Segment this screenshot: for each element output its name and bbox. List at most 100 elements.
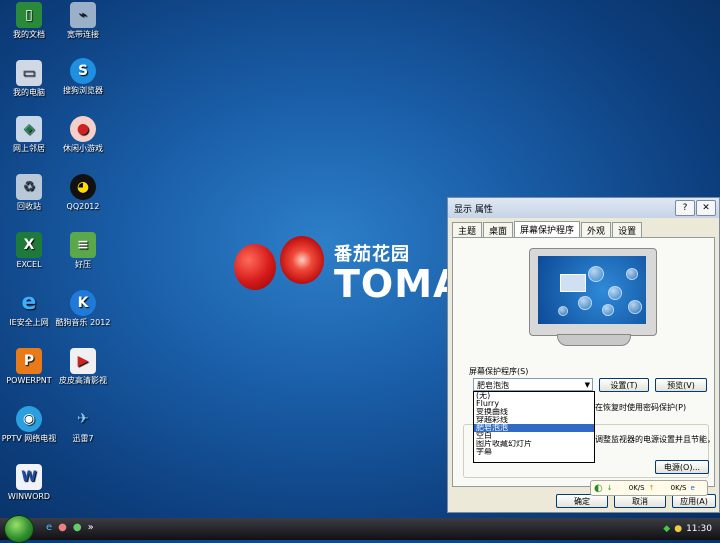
desktop-icon-kugou[interactable]: K 酷狗音乐 2012 [54,290,112,328]
kugou-icon: K [70,290,96,316]
computer-icon: ▭ [16,60,42,86]
screensaver-group-label: 屏幕保护程序(S) [469,367,529,376]
monitor-preview [529,248,659,348]
folder-icon: ▯ [16,2,42,28]
game-icon: ● [70,116,96,142]
qq-icon[interactable]: ● [73,522,82,533]
power-button[interactable]: 电源(O)... [655,460,709,474]
desktop-icon-powerpoint[interactable]: P POWERPNT [0,348,58,386]
icon-label: 皮皮高清影视 [59,376,107,385]
desktop-icon-broadband[interactable]: ⌁ 宽带连接 [54,2,112,40]
cancel-button[interactable]: 取消 [614,494,666,508]
desktop-icon-games[interactable]: ● 休闲小游戏 [54,116,112,154]
screensaver-dropdown-list: (无) Flurry 变换曲线 穿越彩线 肥皂泡泡 空白 图片收藏幻灯片 字幕 [473,391,595,463]
icon-label: IE安全上网 [9,318,49,327]
icon-label: POWERPNT [6,376,52,385]
ie-small-icon: e [690,484,695,492]
monitor-screen [538,256,646,324]
pipi-video-icon: ▶ [70,348,96,374]
ie-icon[interactable]: e [46,522,52,533]
dropdown-option[interactable]: 变换曲线 [474,408,594,416]
xunlei-icon: ✈ [77,411,89,427]
monitor-stand [557,334,631,346]
desktop-icon-excel[interactable]: X EXCEL [0,232,58,270]
preview-button[interactable]: 预览(V) [655,378,707,392]
dropdown-option-selected[interactable]: 肥皂泡泡 [474,424,594,432]
system-tray: ◆ ● 11:30 [632,518,720,540]
game-icon[interactable]: ● [58,522,67,533]
icon-label: 好压 [75,260,91,269]
screensaver-select[interactable]: 肥皂泡泡 ▼ [473,378,593,391]
icon-label: 宽带连接 [67,30,99,39]
icon-label: 酷狗音乐 2012 [55,318,111,327]
power-text: 调整监视器的电源设置并且节能，请单击"电 [595,435,713,444]
desktop-icon-xunlei[interactable]: ✈ 迅雷7 [54,406,112,444]
dropdown-option[interactable]: 空白 [474,432,594,440]
upload-arrow-icon: ↑ [648,484,655,492]
desktop-icon-qq[interactable]: ◕ QQ2012 [54,174,112,212]
monitor-frame [529,248,657,336]
desktop-icon-sogou[interactable]: S 搜狗浏览器 [54,58,112,96]
icon-label: 迅雷7 [72,434,94,443]
dropdown-option[interactable]: (无) [474,392,594,400]
quick-launch: e ● ● » [46,522,94,533]
pptv-icon: ◉ [16,406,42,432]
desktop-icon-word[interactable]: W WINWORD [0,464,58,502]
desktop-icon-pipi[interactable]: ▶ 皮皮高清影视 [54,348,112,386]
desktop-icon-network-places[interactable]: ◈ 网上邻居 [0,116,58,154]
tomato-logo-left [234,244,276,290]
ie-icon: e [21,290,37,315]
icon-label: PPTV 网络电视 [1,434,57,443]
upload-speed: 0K/S [670,484,687,492]
download-arrow-icon: ↓ [606,484,613,492]
start-button[interactable] [4,515,34,543]
icon-label: 我的电脑 [13,88,45,97]
taskbar: e ● ● » ◆ ● 11:30 [0,515,720,543]
ok-button[interactable]: 确定 [556,494,608,508]
settings-button[interactable]: 设置(T) [599,378,649,392]
password-checkbox-label[interactable]: 在恢复时使用密码保护(P) [595,402,686,413]
network-places-icon: ◈ [16,116,42,142]
desktop-icon-ie[interactable]: e IE安全上网 [0,290,58,328]
icon-label: WINWORD [7,492,51,501]
desktop-icon-haozip[interactable]: ≡ 好压 [54,232,112,270]
qq-icon: ◕ [70,174,96,200]
network-speed-meter[interactable]: ◐ ↓ 0K/S ↑ 0K/S e [590,480,708,496]
display-properties-window: 显示 属性 ? ✕ 主题 桌面 屏幕保护程序 外观 设置 屏幕保护程序(S) 肥… [447,197,720,513]
powerpoint-icon: P [16,348,42,374]
icon-label: EXCEL [16,260,42,269]
sogou-browser-icon: S [70,58,96,84]
apply-button[interactable]: 应用(A) [672,494,716,508]
icon-label: 回收站 [17,202,41,211]
desktop-icon-pptv[interactable]: ◉ PPTV 网络电视 [0,406,58,444]
icon-label: 休闲小游戏 [63,144,103,153]
desktop-icon-my-computer[interactable]: ▭ 我的电脑 [0,60,58,98]
recycle-bin-icon: ♻ [16,174,42,200]
excel-icon: X [16,232,42,258]
logo-english: TOMATO [334,262,450,306]
download-speed: 0K/S [628,484,645,492]
dropdown-option[interactable]: 字幕 [474,448,594,456]
haozip-icon: ≡ [70,232,96,258]
screensaver-panel: 屏幕保护程序(S) 肥皂泡泡 ▼ 设置(T) 预览(V) (无) Flurry … [452,237,715,487]
desktop-icon-recycle-bin[interactable]: ♻ 回收站 [0,174,58,212]
dropdown-option[interactable]: 穿越彩线 [474,416,594,424]
help-button[interactable]: ? [675,200,695,216]
icon-label: QQ2012 [66,202,100,211]
word-icon: W [16,464,42,490]
close-button[interactable]: ✕ [696,200,716,216]
icon-label: 网上邻居 [13,144,45,153]
security-icon[interactable]: ● [674,524,682,534]
dropdown-option[interactable]: 图片收藏幻灯片 [474,440,594,448]
quick-launch-more[interactable]: » [88,522,94,533]
network-icon: ⌁ [70,2,96,28]
dropdown-option[interactable]: Flurry [474,400,594,408]
desktop-icon-my-documents[interactable]: ▯ 我的文档 [0,2,58,40]
clock[interactable]: 11:30 [686,524,712,534]
shield-icon[interactable]: ◆ [663,524,670,534]
speedometer-icon: ◐ [594,482,603,494]
window-title: 显示 属性 [454,204,493,215]
tomato-logo-right [280,236,324,284]
icon-label: 搜狗浏览器 [63,86,103,95]
tab-screensaver[interactable]: 屏幕保护程序 [514,221,581,238]
